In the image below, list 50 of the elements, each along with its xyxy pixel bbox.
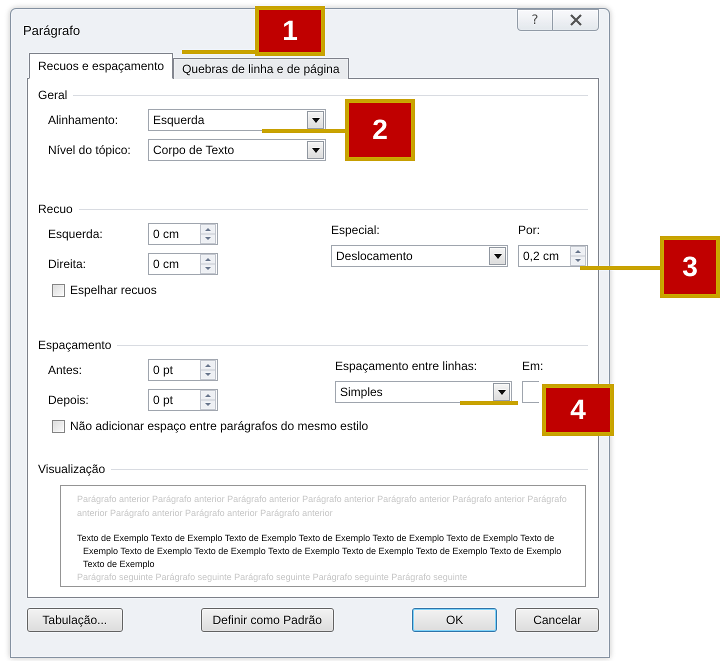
tab[interactable]: Quebras de linha e de página xyxy=(173,58,349,79)
number-callout: 2 xyxy=(345,99,415,161)
dropdown[interactable]: Corpo de Texto xyxy=(148,139,326,161)
caret-icon xyxy=(312,148,320,152)
spin-field[interactable]: 0,2 cm xyxy=(518,245,588,267)
caret-icon xyxy=(494,254,502,258)
dropdown[interactable]: Deslocamento xyxy=(331,245,508,267)
preview-text: Texto de Exemplo Texto de Exemplo Texto de Exemplo Texto de Exemplo Texto de Exemplo Texto de Exemplo Texto de Exemplo Texto de Exemplo Texto de Exemplo Texto de Exemplo Texto de Exemplo Texto de Exemplo Texto de Exemplo Texto de Exemplo xyxy=(77,532,562,571)
dialog-button[interactable]: Cancelar xyxy=(515,608,599,632)
spinner-arrows-icon xyxy=(200,390,216,410)
field-label: Por: xyxy=(518,223,540,239)
spinner-arrows-icon xyxy=(200,254,216,274)
dialog-button[interactable]: OK xyxy=(412,608,498,632)
checkbox-label: Espelhar recuos xyxy=(70,283,157,297)
field-label: Em: xyxy=(522,359,544,375)
checkbox[interactable] xyxy=(52,284,65,296)
section-title: Recuo xyxy=(38,202,73,216)
field-label: Alinhamento: xyxy=(48,113,120,127)
spin-field[interactable]: 0 cm xyxy=(148,253,218,275)
number-callout: 3 xyxy=(660,236,720,298)
field-label: Especial: xyxy=(331,223,381,239)
spinner-arrows-icon xyxy=(570,246,586,266)
caret-icon xyxy=(498,390,506,394)
spinner-arrows-icon xyxy=(200,360,216,380)
checkbox[interactable] xyxy=(52,420,65,432)
field-label: Nível do tópico: xyxy=(48,143,132,157)
close-icon xyxy=(568,14,582,26)
field-label: Depois: xyxy=(48,393,90,407)
dialog-button[interactable]: Definir como Padrão xyxy=(200,608,334,632)
checkbox-label: Não adicionar espaço entre parágrafos do mesmo estilo xyxy=(70,419,368,433)
section-title: Geral xyxy=(38,88,68,102)
spin-field[interactable] xyxy=(522,381,539,403)
number-callout: 1 xyxy=(255,6,325,56)
tab[interactable]: Recuos e espaçamento xyxy=(29,53,174,79)
field-label: Antes: xyxy=(48,363,84,377)
dialog-button[interactable]: Tabulação... xyxy=(27,608,123,632)
spinner-arrows-icon xyxy=(200,224,216,244)
field-label: Direita: xyxy=(48,257,88,271)
field-label: Espaçamento entre linhas: xyxy=(335,359,478,375)
section-title: Visualização xyxy=(38,462,106,476)
spin-field[interactable]: 0 cm xyxy=(148,223,218,245)
spin-field[interactable]: 0 pt xyxy=(148,389,218,411)
section-title: Espaçamento xyxy=(38,338,112,352)
number-callout: 4 xyxy=(542,384,614,436)
close-button[interactable] xyxy=(553,9,599,31)
spin-field[interactable]: 0 pt xyxy=(148,359,218,381)
window-title: Parágrafo xyxy=(22,22,80,40)
field-label: Esquerda: xyxy=(48,227,104,241)
caret-icon xyxy=(312,118,320,122)
help-button[interactable]: ? xyxy=(517,9,553,31)
